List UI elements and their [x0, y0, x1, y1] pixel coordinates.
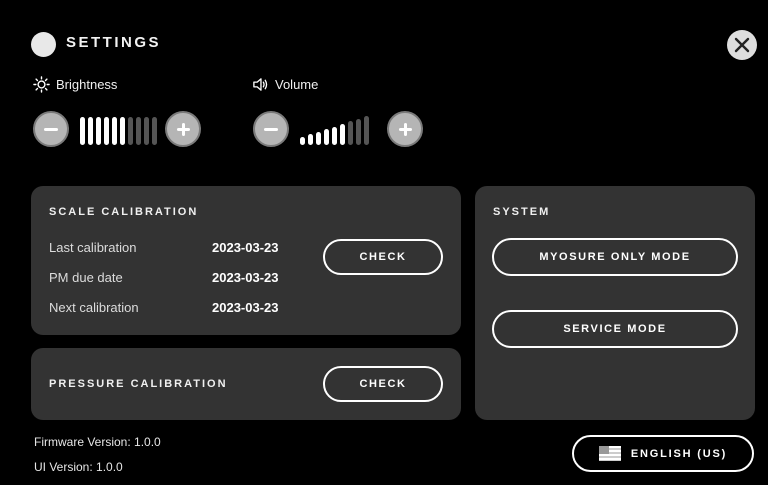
level-segment	[96, 117, 101, 145]
myosure-only-mode-button[interactable]: MYOSURE ONLY MODE	[492, 238, 738, 276]
pm-due-date-value: 2023-03-23	[212, 270, 279, 285]
speaker-icon	[253, 78, 268, 91]
settings-dot-icon	[31, 32, 56, 57]
level-segment	[128, 117, 133, 145]
level-segment	[316, 131, 321, 145]
page-title: SETTINGS	[66, 34, 162, 51]
level-segment	[152, 117, 157, 145]
level-segment	[340, 124, 345, 145]
level-segment	[356, 118, 361, 145]
last-calibration-value: 2023-03-23	[212, 240, 279, 255]
close-button[interactable]	[727, 30, 757, 60]
volume-increase-button[interactable]	[387, 111, 423, 147]
service-mode-button[interactable]: SERVICE MODE	[492, 310, 738, 348]
next-calibration-value: 2023-03-23	[212, 300, 279, 315]
level-segment	[120, 117, 125, 145]
level-segment	[300, 137, 305, 145]
firmware-version: Firmware Version: 1.0.0	[34, 435, 161, 449]
minus-icon	[264, 128, 278, 131]
brightness-label-group: Brightness	[33, 76, 117, 93]
pressure-check-button[interactable]: CHECK	[323, 366, 443, 402]
plus-icon-vertical	[404, 123, 407, 136]
volume-decrease-button[interactable]	[253, 111, 289, 147]
level-segment	[136, 117, 141, 145]
next-calibration-label: Next calibration	[49, 300, 139, 315]
brightness-increase-button[interactable]	[165, 111, 201, 147]
scale-calibration-card: SCALE CALIBRATION Last calibration 2023-…	[31, 186, 461, 335]
level-segment	[308, 134, 313, 145]
level-segment	[88, 117, 93, 145]
brightness-level-bar[interactable]	[80, 115, 157, 145]
pressure-calibration-card: PRESSURE CALIBRATION CHECK	[31, 348, 461, 420]
level-segment	[348, 121, 353, 145]
volume-label-group: Volume	[252, 76, 318, 93]
brightness-decrease-button[interactable]	[33, 111, 69, 147]
system-card: SYSTEM MYOSURE ONLY MODE SERVICE MODE	[475, 186, 755, 420]
volume-level-bar[interactable]	[300, 115, 369, 145]
brightness-label: Brightness	[56, 77, 118, 92]
level-segment	[112, 117, 117, 145]
language-label: ENGLISH (US)	[630, 447, 728, 460]
plus-icon-vertical	[182, 123, 185, 136]
scale-calibration-title: SCALE CALIBRATION	[49, 206, 199, 218]
last-calibration-label: Last calibration	[49, 240, 137, 255]
pm-due-date-label: PM due date	[49, 270, 123, 285]
system-title: SYSTEM	[493, 206, 551, 218]
settings-screen: SETTINGS Brightness Volume SCALE CALIBRA…	[14, 12, 768, 485]
pressure-calibration-title: PRESSURE CALIBRATION	[49, 378, 228, 390]
level-segment	[144, 117, 149, 145]
ui-version: UI Version: 1.0.0	[34, 460, 123, 474]
level-segment	[80, 117, 85, 145]
level-segment	[324, 129, 329, 145]
level-segment	[332, 126, 337, 145]
language-button[interactable]: ENGLISH (US)	[572, 435, 754, 472]
volume-label: Volume	[275, 77, 319, 92]
minus-icon	[44, 128, 58, 131]
scale-check-button[interactable]: CHECK	[323, 239, 443, 275]
sun-icon	[33, 76, 50, 93]
us-flag-icon	[598, 446, 621, 461]
level-segment	[104, 117, 109, 145]
level-segment	[364, 116, 369, 145]
close-icon	[734, 37, 750, 53]
